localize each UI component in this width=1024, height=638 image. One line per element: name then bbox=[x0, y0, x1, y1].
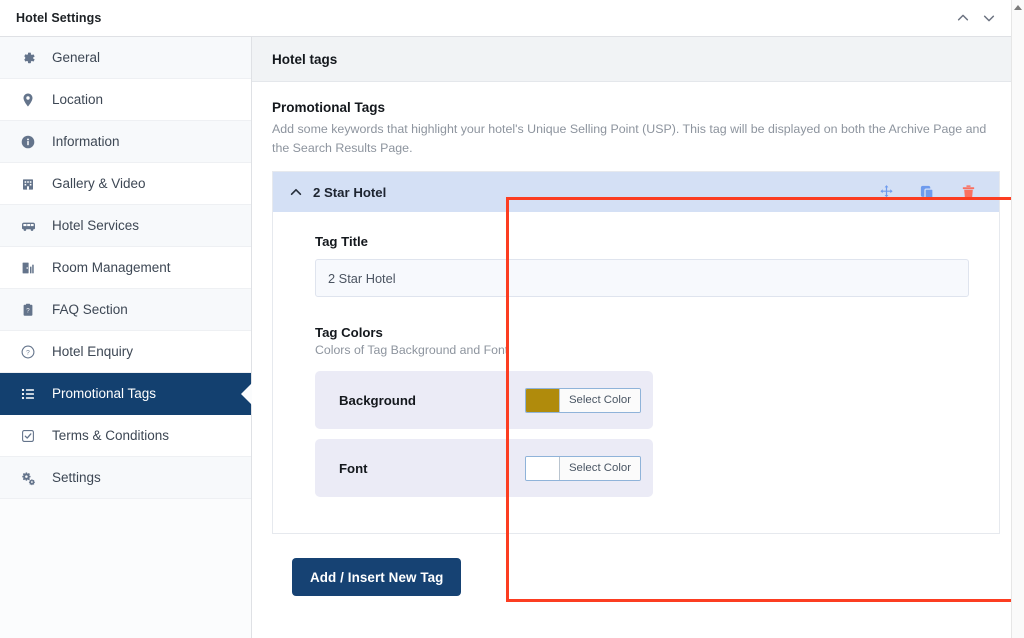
window-title: Hotel Settings bbox=[16, 11, 102, 25]
sidebar-item-general[interactable]: General bbox=[0, 37, 251, 79]
sidebar-item-location[interactable]: Location bbox=[0, 79, 251, 121]
tag-title-input[interactable] bbox=[315, 259, 969, 298]
section-description: Add some keywords that highlight your ho… bbox=[272, 122, 987, 156]
tag-panel-actions bbox=[878, 184, 977, 201]
settings-content: Hotel tags Promotional Tags Add some key… bbox=[252, 37, 1024, 638]
sidebar-item-label: Gallery & Video bbox=[52, 176, 146, 191]
tag-panel: 2 Star Hotel Tag Title 2 Star Hotel Tag … bbox=[272, 171, 1000, 535]
select-color-button[interactable]: Select Color bbox=[559, 456, 640, 480]
shuttle-bus-icon bbox=[18, 216, 38, 236]
sidebar-item-room-management[interactable]: Room Management bbox=[0, 247, 251, 289]
room-door-icon bbox=[18, 258, 38, 278]
add-tag-footer: Add / Insert New Tag bbox=[272, 534, 1000, 597]
scroll-up-arrow-icon[interactable] bbox=[1014, 5, 1022, 10]
app-body: General Location Information Gallery & V… bbox=[0, 37, 1024, 638]
content-header-title: Hotel tags bbox=[272, 51, 338, 67]
sidebar-item-label: Location bbox=[52, 92, 104, 107]
color-row-name: Background bbox=[339, 392, 416, 408]
sidebar-item-label: Promotional Tags bbox=[52, 386, 157, 401]
add-insert-new-tag-button[interactable]: Add / Insert New Tag bbox=[292, 558, 462, 597]
sidebar-item-terms-conditions[interactable]: Terms & Conditions bbox=[0, 415, 251, 457]
settings-sidebar: General Location Information Gallery & V… bbox=[0, 37, 252, 638]
sidebar-item-settings[interactable]: Settings bbox=[0, 457, 251, 499]
chevron-up-icon[interactable] bbox=[956, 11, 970, 25]
clipboard-question-icon: ? bbox=[18, 300, 38, 320]
tag-panel-header[interactable]: 2 Star Hotel bbox=[273, 172, 999, 213]
sidebar-item-label: Information bbox=[52, 134, 120, 149]
sidebar-item-label: Terms & Conditions bbox=[52, 428, 170, 443]
sidebar-item-label: Room Management bbox=[52, 260, 171, 275]
sidebar-item-gallery-video[interactable]: Gallery & Video bbox=[0, 163, 251, 205]
content-inner: Promotional Tags Add some keywords that … bbox=[252, 82, 1024, 597]
sidebar-item-hotel-enquiry[interactable]: ? Hotel Enquiry bbox=[0, 331, 251, 373]
sidebar-item-faq-section[interactable]: ? FAQ Section bbox=[0, 289, 251, 331]
checkbox-icon bbox=[18, 426, 38, 446]
delete-icon[interactable] bbox=[960, 184, 977, 201]
sidebar-item-information[interactable]: Information bbox=[0, 121, 251, 163]
duplicate-icon[interactable] bbox=[919, 184, 936, 201]
list-icon bbox=[18, 384, 38, 404]
sidebar-item-promotional-tags[interactable]: Promotional Tags bbox=[0, 373, 251, 415]
building-icon bbox=[18, 174, 38, 194]
info-circle-icon bbox=[18, 132, 38, 152]
move-handle-icon[interactable] bbox=[878, 184, 895, 201]
sidebar-item-hotel-services[interactable]: Hotel Services bbox=[0, 205, 251, 247]
sidebar-item-label: FAQ Section bbox=[52, 302, 128, 317]
chevron-up-icon[interactable] bbox=[289, 185, 303, 199]
tag-colors-label: Tag Colors bbox=[315, 325, 383, 341]
color-row-font: Font Select Color bbox=[315, 439, 653, 498]
gears-icon bbox=[18, 468, 38, 488]
tag-title-label: Tag Title bbox=[315, 234, 368, 250]
question-circle-icon: ? bbox=[18, 342, 38, 362]
section-title: Promotional Tags bbox=[272, 100, 386, 115]
tag-panel-title: 2 Star Hotel bbox=[313, 184, 387, 200]
window-titlebar: Hotel Settings bbox=[0, 0, 1024, 37]
sidebar-item-label: Hotel Enquiry bbox=[52, 344, 134, 359]
tag-panel-body: Tag Title Tag Colors Colors of Tag Backg… bbox=[273, 212, 999, 533]
font-color-picker[interactable]: Select Color bbox=[524, 455, 641, 481]
gear-icon bbox=[18, 48, 38, 68]
hotel-settings-app: Hotel Settings General Location Informat… bbox=[0, 0, 1024, 638]
select-color-button[interactable]: Select Color bbox=[559, 388, 640, 412]
svg-text:?: ? bbox=[26, 307, 30, 314]
map-pin-icon bbox=[18, 90, 38, 110]
sidebar-item-label: General bbox=[52, 50, 101, 65]
page-scrollbar[interactable] bbox=[1011, 0, 1024, 638]
background-color-picker[interactable]: Select Color bbox=[524, 387, 641, 413]
color-row-background: Background Select Color bbox=[315, 371, 653, 430]
chevron-down-icon[interactable] bbox=[982, 11, 996, 25]
content-header: Hotel tags bbox=[252, 37, 1024, 82]
tag-colors-description: Colors of Tag Background and Font bbox=[315, 343, 509, 358]
svg-text:?: ? bbox=[26, 349, 30, 356]
sidebar-item-label: Settings bbox=[52, 470, 101, 485]
color-swatch[interactable] bbox=[525, 388, 560, 412]
color-row-name: Font bbox=[339, 460, 368, 476]
color-swatch[interactable] bbox=[525, 456, 560, 480]
window-controls bbox=[956, 0, 996, 36]
tag-colors-section: Tag Colors Colors of Tag Background and … bbox=[315, 325, 969, 498]
sidebar-item-label: Hotel Services bbox=[52, 218, 140, 233]
